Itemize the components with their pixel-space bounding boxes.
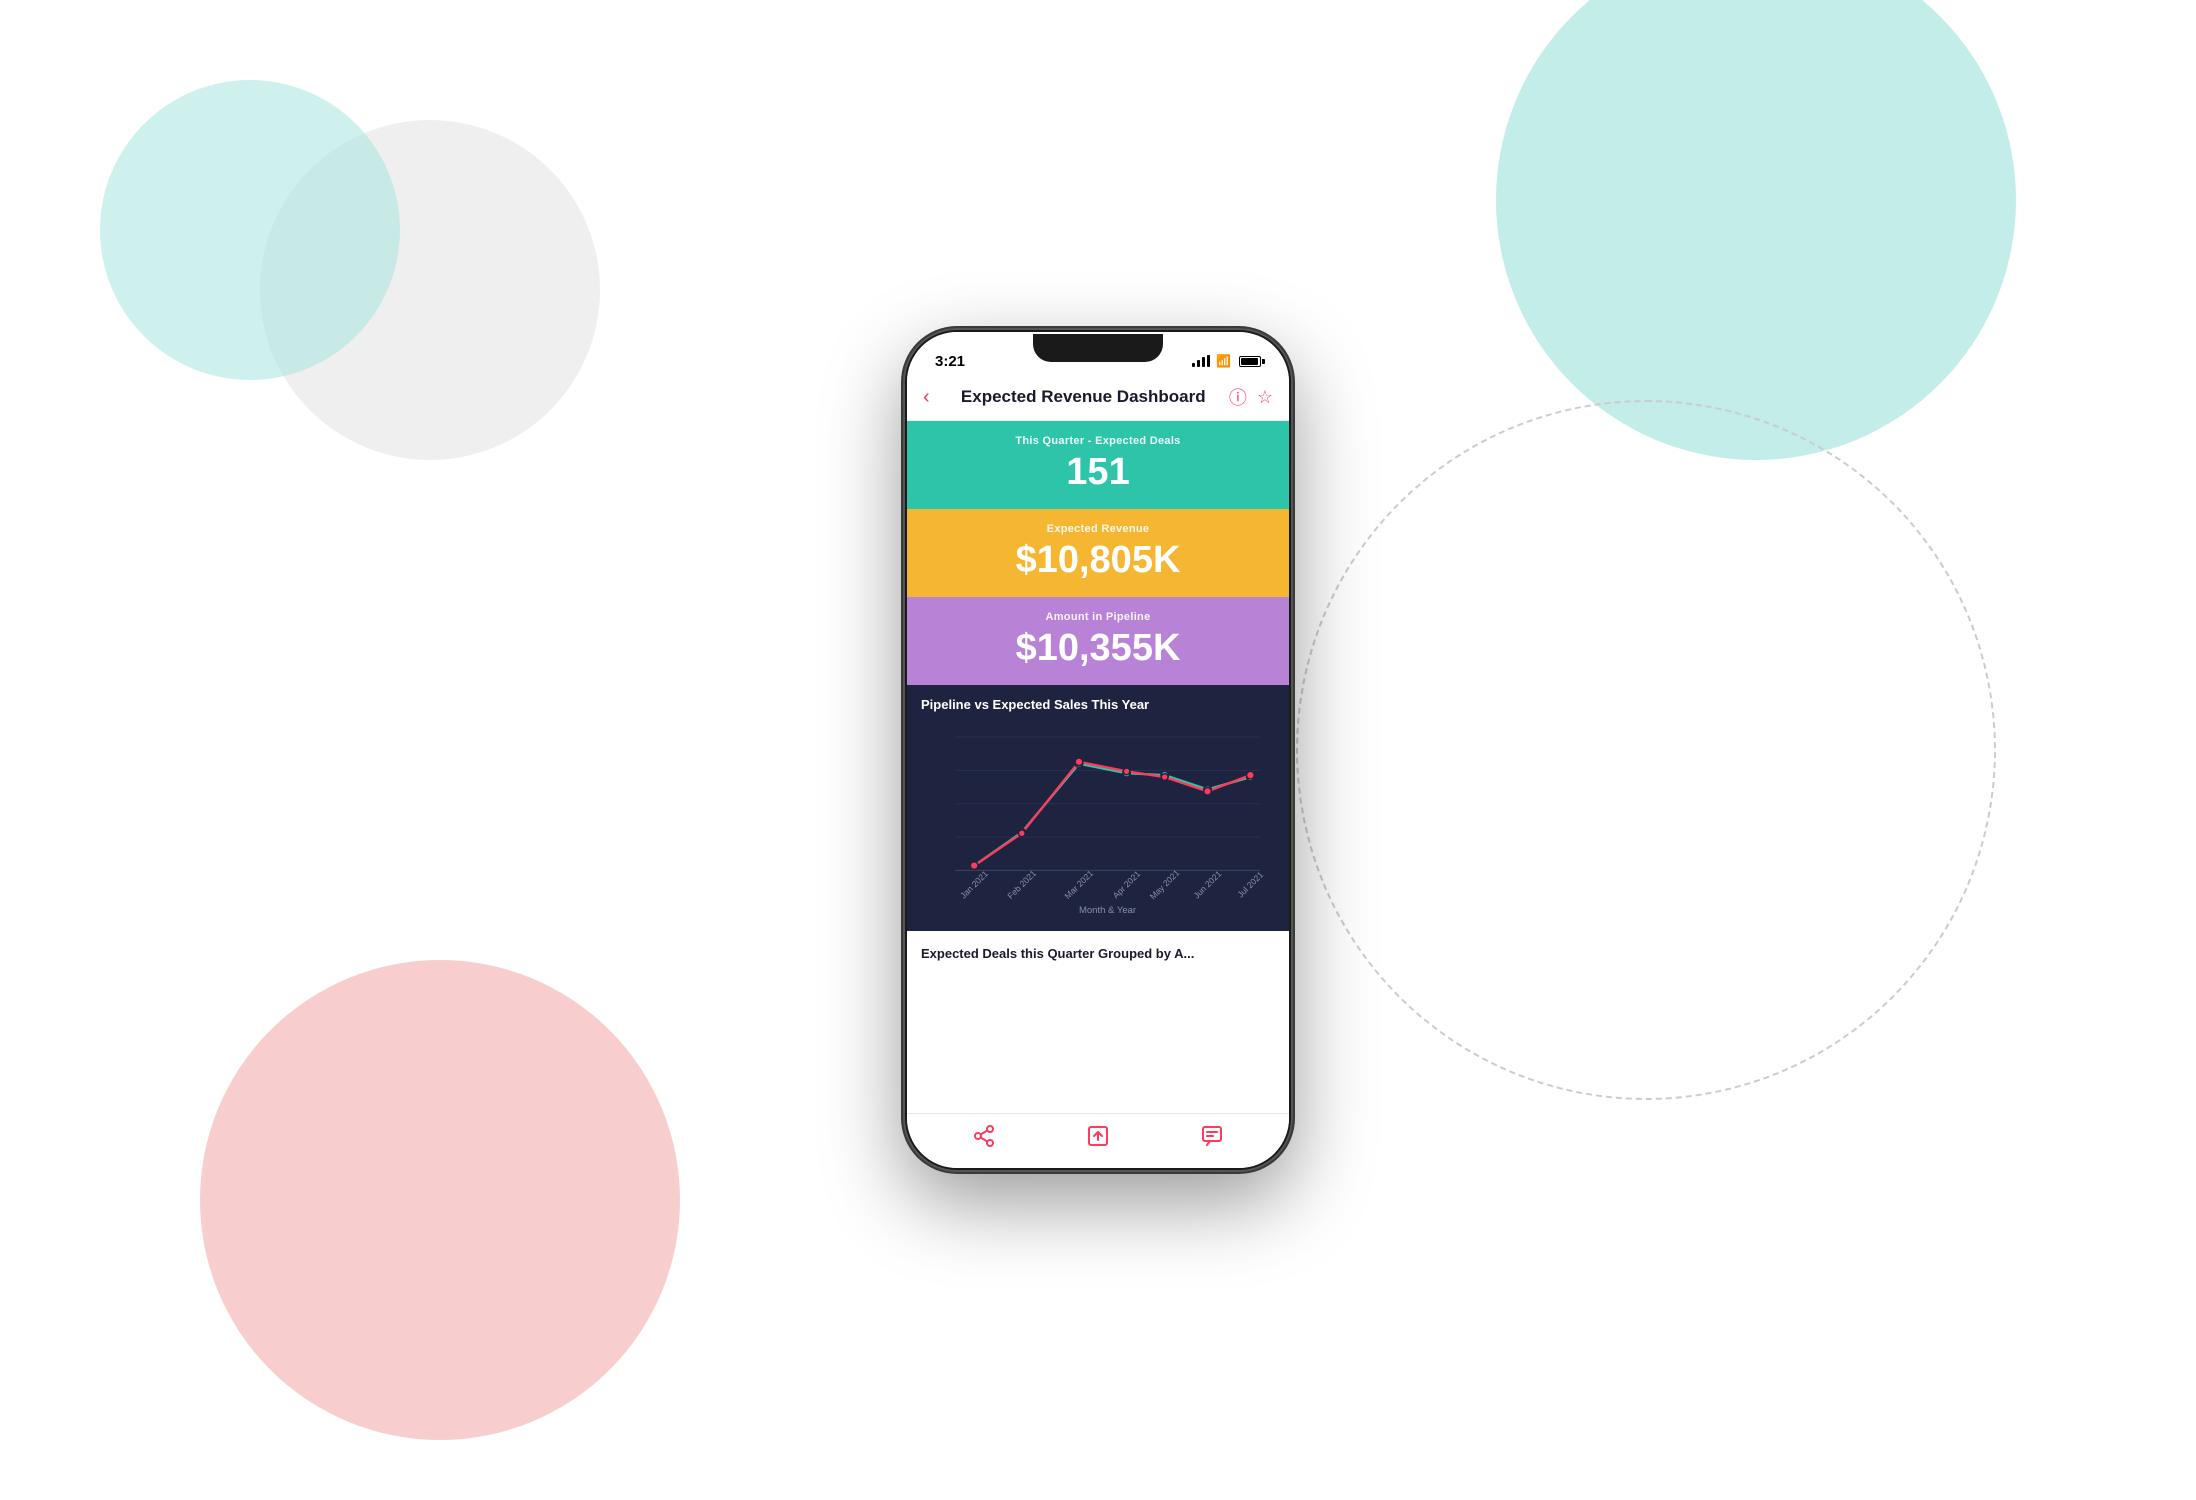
svg-text:Month & Year: Month & Year — [1079, 905, 1137, 916]
star-icon[interactable]: ☆ — [1257, 387, 1273, 408]
deals-card[interactable]: This Quarter - Expected Deals 151 — [907, 421, 1289, 509]
content-area: This Quarter - Expected Deals 151 Expect… — [907, 421, 1289, 1113]
svg-text:Mar 2021: Mar 2021 — [1063, 868, 1096, 901]
page-title: Expected Revenue Dashboard — [938, 387, 1229, 407]
bg-teal-circle-left — [100, 80, 400, 380]
revenue-value: $10,805K — [1016, 541, 1181, 579]
line-chart: Jan 2021 Feb 2021 Mar 2021 Apr 2021 May … — [917, 718, 1279, 918]
phone-frame: 3:21 📶 ‹ Expected Revenu — [903, 328, 1293, 1172]
comment-button[interactable] — [1200, 1124, 1224, 1148]
svg-text:Jan 2021: Jan 2021 — [958, 868, 990, 900]
phone-screen: 3:21 📶 ‹ Expected Revenu — [907, 332, 1289, 1168]
bg-dashed-circle — [1296, 400, 1996, 1100]
signal-icon — [1192, 355, 1210, 367]
app-header: ‹ Expected Revenue Dashboard ⓘ ☆ — [907, 376, 1289, 421]
pipeline-label: Amount in Pipeline — [1045, 611, 1150, 623]
bg-pink-circle — [200, 960, 680, 1440]
back-button[interactable]: ‹ — [923, 386, 930, 409]
phone-notch — [1033, 334, 1163, 362]
wifi-icon: 📶 — [1216, 354, 1231, 368]
chart-section: Pipeline vs Expected Sales This Year — [907, 685, 1289, 931]
bottom-section: Expected Deals this Quarter Grouped by A… — [907, 931, 1289, 977]
svg-text:Jul 2021: Jul 2021 — [1235, 869, 1265, 899]
bottom-nav — [907, 1113, 1289, 1168]
share-button[interactable] — [972, 1124, 996, 1148]
pipeline-value: $10,355K — [1016, 629, 1181, 667]
pipeline-card[interactable]: Amount in Pipeline $10,355K — [907, 597, 1289, 685]
info-icon[interactable]: ⓘ — [1229, 384, 1247, 410]
svg-text:Apr 2021: Apr 2021 — [1111, 869, 1143, 901]
status-icons: 📶 — [1192, 354, 1261, 368]
phone-device: 3:21 📶 ‹ Expected Revenu — [903, 328, 1293, 1172]
chart-title: Pipeline vs Expected Sales This Year — [907, 685, 1289, 718]
svg-text:May 2021: May 2021 — [1148, 868, 1182, 902]
revenue-label: Expected Revenue — [1047, 523, 1150, 535]
battery-icon — [1239, 356, 1261, 367]
svg-text:Feb 2021: Feb 2021 — [1005, 868, 1038, 901]
chart-container: Jan 2021 Feb 2021 Mar 2021 Apr 2021 May … — [907, 718, 1289, 923]
revenue-card[interactable]: Expected Revenue $10,805K — [907, 509, 1289, 597]
header-icons: ⓘ ☆ — [1229, 384, 1273, 410]
deals-value: 151 — [1066, 453, 1129, 491]
bottom-section-title: Expected Deals this Quarter Grouped by A… — [921, 946, 1194, 961]
svg-text:Jun 2021: Jun 2021 — [1191, 868, 1223, 900]
deals-label: This Quarter - Expected Deals — [1015, 435, 1180, 447]
status-time: 3:21 — [935, 353, 965, 370]
export-button[interactable] — [1086, 1124, 1110, 1148]
bg-teal-circle — [1496, 0, 2016, 460]
